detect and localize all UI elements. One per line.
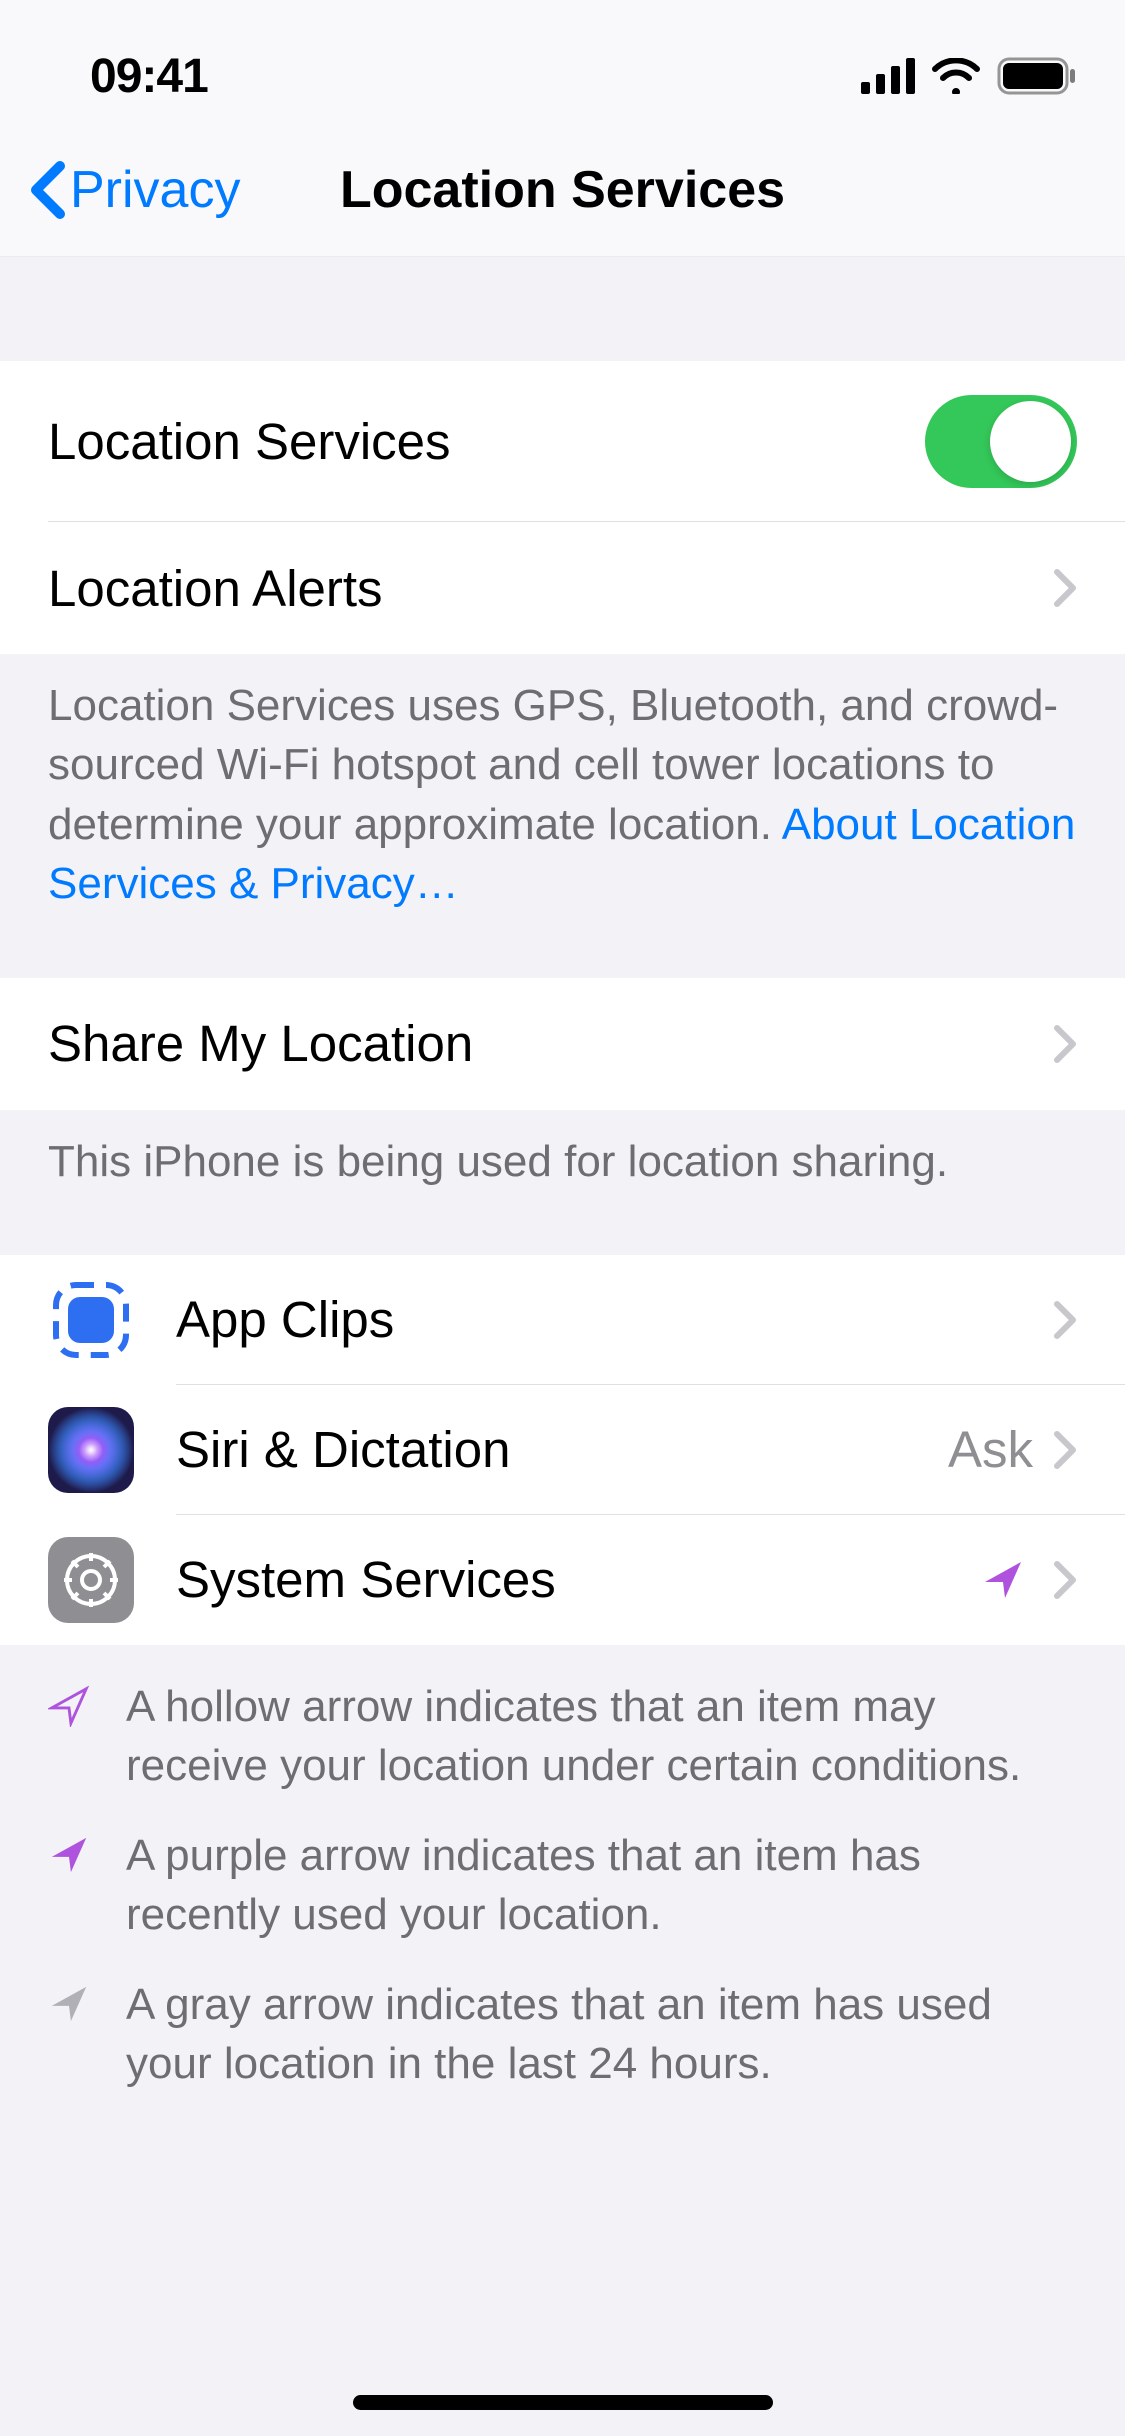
location-arrow-hollow-icon [48,1685,90,1732]
settings-gear-icon [48,1537,134,1623]
chevron-right-icon [1053,1024,1077,1064]
status-time: 09:41 [90,49,208,104]
chevron-right-icon [1053,568,1077,608]
back-button[interactable]: Privacy [28,160,240,220]
row-app-clips[interactable]: App Clips [0,1255,1125,1385]
siri-dictation-detail: Ask [948,1420,1033,1479]
location-alerts-label: Location Alerts [48,559,1033,618]
row-location-services-toggle[interactable]: Location Services [0,361,1125,522]
chevron-right-icon [1053,1560,1077,1600]
legend-purple: A purple arrow indicates that an item ha… [48,1826,1077,1945]
section1-footer: Location Services uses GPS, Bluetooth, a… [0,654,1125,936]
section-apps: App Clips Siri & Dictation Ask [0,1255,1125,1645]
chevron-right-icon [1053,1430,1077,1470]
row-share-my-location[interactable]: Share My Location [0,978,1125,1110]
section-share-location: Share My Location [0,978,1125,1110]
location-services-toggle[interactable] [925,395,1077,488]
row-location-alerts[interactable]: Location Alerts [0,522,1125,654]
cellular-icon [861,58,915,94]
row-siri-dictation[interactable]: Siri & Dictation Ask [0,1385,1125,1515]
status-icons [861,57,1077,95]
location-services-label: Location Services [48,412,925,471]
siri-dictation-label: Siri & Dictation [176,1420,948,1479]
legend: A hollow arrow indicates that an item ma… [0,1645,1125,2155]
legend-hollow: A hollow arrow indicates that an item ma… [48,1677,1077,1796]
row-system-services[interactable]: System Services [0,1515,1125,1645]
legend-gray-text: A gray arrow indicates that an item has … [126,1975,1077,2094]
status-bar: 09:41 [0,0,1125,140]
siri-icon [48,1407,134,1493]
location-arrow-gray-icon [48,1983,90,2030]
location-arrow-purple-icon [981,1558,1025,1602]
back-label: Privacy [70,160,240,220]
nav-title: Location Services [340,160,785,220]
legend-purple-text: A purple arrow indicates that an item ha… [126,1826,1077,1945]
share-my-location-label: Share My Location [48,1014,1033,1073]
location-arrow-purple-icon [48,1834,90,1881]
battery-icon [997,57,1077,95]
nav-bar: Privacy Location Services [0,140,1125,257]
back-chevron-icon [28,160,66,220]
home-indicator[interactable] [353,2395,773,2410]
legend-gray: A gray arrow indicates that an item has … [48,1975,1077,2094]
section2-footer: This iPhone is being used for location s… [0,1110,1125,1213]
legend-hollow-text: A hollow arrow indicates that an item ma… [126,1677,1077,1796]
app-clips-icon [48,1277,134,1363]
section-location-services: Location Services Location Alerts [0,361,1125,654]
wifi-icon [931,58,981,94]
app-clips-label: App Clips [176,1290,1033,1349]
system-services-label: System Services [176,1550,981,1609]
chevron-right-icon [1053,1300,1077,1340]
